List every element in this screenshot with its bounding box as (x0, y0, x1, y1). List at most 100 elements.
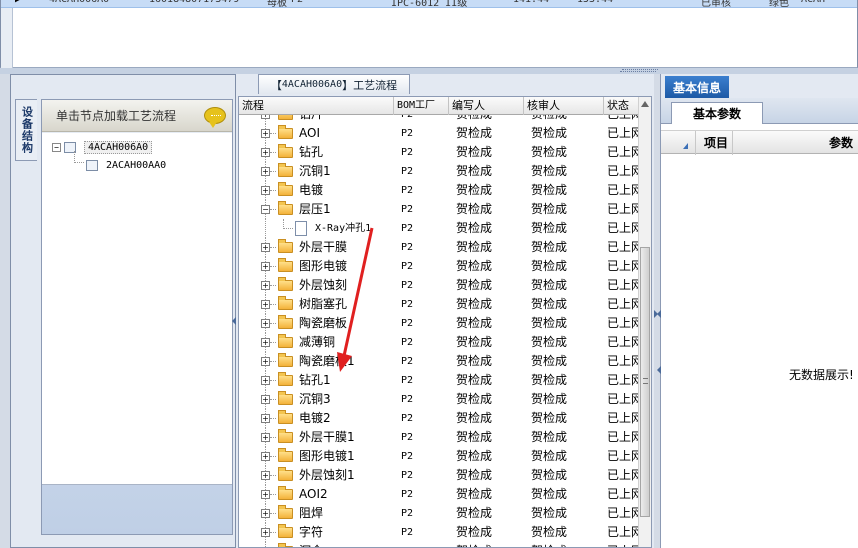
collapse-left-icon[interactable] (232, 317, 236, 325)
column-header-reviewer[interactable]: 核审人 (524, 97, 604, 115)
process-name[interactable]: 外层蚀刻1 (299, 466, 355, 485)
process-name[interactable]: 陶瓷磨板1 (299, 352, 355, 371)
table-row[interactable]: X-Ray冲孔1 P2 贺检成 贺检成 已上网 (239, 219, 639, 238)
table-row[interactable]: + 电镀2 P2 贺检成 贺检成 已上网 (239, 409, 639, 428)
scroll-thumb[interactable] (640, 247, 650, 517)
table-row[interactable]: +沉金 P2 贺检成 贺检成 已上网 (239, 542, 639, 547)
column-header-bom[interactable]: BOM工厂 (394, 97, 449, 115)
process-name[interactable]: 沉铜1 (299, 162, 331, 181)
tab-basic-info[interactable]: 基本信息 (665, 76, 729, 98)
column-header-param[interactable]: 参数 (829, 131, 853, 155)
table-row[interactable]: + 铝片 P2 贺检成 贺检成 已上网 (239, 115, 639, 124)
process-name[interactable]: 钻孔 (299, 143, 323, 162)
process-name[interactable]: 外层干膜1 (299, 428, 355, 447)
top-grid-selected-row[interactable]: ▶ 4ACAH006A0 160184807173479 母板 P2 IPC-6012 … (1, 0, 857, 8)
expand-icon[interactable]: + (261, 243, 270, 252)
process-name[interactable]: 钻孔1 (299, 371, 331, 390)
expand-icon[interactable]: + (261, 129, 270, 138)
column-header-writer[interactable]: 编写人 (449, 97, 524, 115)
table-row[interactable]: + AOI2 P2 贺检成 贺检成 已上网 (239, 485, 639, 504)
process-name[interactable]: 沉铜3 (299, 390, 331, 409)
expand-icon[interactable]: + (261, 319, 270, 328)
tree-node-child[interactable]: 2ACAH00AA0 (86, 157, 166, 173)
tree-node-label[interactable]: 2ACAH00AA0 (106, 160, 166, 171)
panel-grip[interactable] (620, 71, 656, 74)
expand-icon[interactable]: + (261, 148, 270, 157)
app-window: ▶ 4ACAH006A0 160184807173479 母板 P2 IPC-6012 … (0, 0, 858, 548)
tab-process-flow[interactable]: 【 4ACAH006A0 】工艺流程 (258, 74, 410, 94)
vertical-scrollbar[interactable] (638, 97, 651, 547)
expand-icon[interactable]: + (261, 115, 270, 119)
process-name[interactable]: 电镀 (299, 181, 323, 200)
table-row[interactable]: + 沉铜1 P2 贺检成 贺检成 已上网 (239, 162, 639, 181)
table-row[interactable]: + 钻孔 P2 贺检成 贺检成 已上网 (239, 143, 639, 162)
top-data-grid[interactable]: ▶ 4ACAH006A0 160184807173479 母板 P2 IPC-6012 … (0, 0, 858, 68)
table-row[interactable]: − 层压1 P2 贺检成 贺检成 已上网 (239, 200, 639, 219)
process-grid[interactable]: 流程 BOM工厂 编写人 核审人 状态 +铝片P2贺检成贺检成已上网+AOIP2… (238, 96, 652, 548)
expand-icon[interactable]: + (261, 433, 270, 442)
expand-icon[interactable]: + (261, 528, 270, 537)
process-name[interactable]: 树脂塞孔 (299, 295, 347, 314)
expand-icon[interactable]: + (261, 395, 270, 404)
expand-icon[interactable]: − (261, 205, 270, 214)
speech-bubble-icon[interactable] (204, 107, 226, 128)
top-grid-cell: 已审核 (701, 0, 731, 8)
process-name[interactable]: 外层蚀刻 (299, 276, 347, 295)
collapse-icon[interactable]: − (52, 142, 61, 152)
expand-icon[interactable]: + (261, 414, 270, 423)
expand-icon[interactable]: + (261, 376, 270, 385)
table-row[interactable]: + 沉铜3 P2 贺检成 贺检成 已上网 (239, 390, 639, 409)
table-row[interactable]: + 外层干膜1 P2 贺检成 贺检成 已上网 (239, 428, 639, 447)
process-name[interactable]: 图形电镀1 (299, 447, 355, 466)
collapse-left-icon[interactable] (657, 366, 661, 374)
table-row[interactable]: + 电镀 P2 贺检成 贺检成 已上网 (239, 181, 639, 200)
process-name[interactable]: 陶瓷磨板 (299, 314, 347, 333)
table-row[interactable]: + 字符 P2 贺检成 贺检成 已上网 (239, 523, 639, 542)
tree-node-root[interactable]: − 4ACAH006A0 (52, 139, 153, 155)
process-name[interactable]: 阻焊 (299, 504, 323, 523)
table-row[interactable]: + 图形电镀 P2 贺检成 贺检成 已上网 (239, 257, 639, 276)
table-row[interactable]: + 陶瓷磨板 P2 贺检成 贺检成 已上网 (239, 314, 639, 333)
expand-icon[interactable]: + (261, 186, 270, 195)
process-name[interactable]: 减薄铜 (299, 333, 335, 352)
expand-icon[interactable]: + (261, 338, 270, 347)
expand-icon[interactable]: + (261, 471, 270, 480)
process-name[interactable]: 层压1 (299, 200, 331, 219)
tree-node-label[interactable]: 4ACAH006A0 (84, 140, 153, 154)
column-header-flow[interactable]: 流程 (239, 97, 394, 115)
expand-icon[interactable]: + (261, 281, 270, 290)
expand-icon[interactable]: + (261, 262, 270, 271)
cell-reviewer: 贺检成 (531, 202, 568, 216)
table-row[interactable]: + 外层干膜 P2 贺检成 贺检成 已上网 (239, 238, 639, 257)
column-header-item[interactable]: 项目 (695, 131, 733, 155)
table-row[interactable]: + AOI P2 贺检成 贺检成 已上网 (239, 124, 639, 143)
expand-icon[interactable]: + (261, 509, 270, 518)
table-row[interactable]: + 外层蚀刻 P2 贺检成 贺检成 已上网 (239, 276, 639, 295)
expand-icon[interactable]: + (261, 300, 270, 309)
table-row[interactable]: + 外层蚀刻1 P2 贺检成 贺检成 已上网 (239, 466, 639, 485)
expand-icon[interactable]: + (261, 452, 270, 461)
table-row[interactable]: + 减薄铜 P2 贺检成 贺检成 已上网 (239, 333, 639, 352)
process-name[interactable]: 字符 (299, 523, 323, 542)
tab-basic-params[interactable]: 基本参数 (671, 102, 763, 124)
table-row[interactable]: + 陶瓷磨板1 P2 贺检成 贺检成 已上网 (239, 352, 639, 371)
process-name[interactable]: 电镀2 (299, 409, 331, 428)
process-name[interactable]: 铝片 (299, 115, 323, 124)
expand-icon[interactable]: + (261, 490, 270, 499)
scroll-up-icon[interactable] (641, 101, 649, 107)
collapse-left-icon[interactable] (657, 310, 661, 318)
expand-icon[interactable]: + (261, 167, 270, 176)
process-name[interactable]: 外层干膜 (299, 238, 347, 257)
table-row[interactable]: + 阻焊 P2 贺检成 贺检成 已上网 (239, 504, 639, 523)
expand-icon[interactable]: + (261, 357, 270, 366)
process-name[interactable]: AOI (299, 124, 320, 143)
table-row[interactable]: + 图形电镀1 P2 贺检成 贺检成 已上网 (239, 447, 639, 466)
process-name[interactable]: AOI2 (299, 485, 328, 504)
process-name[interactable]: 沉金 (299, 542, 323, 547)
table-row[interactable]: + 钻孔1 P2 贺检成 贺检成 已上网 (239, 371, 639, 390)
tree-connector (74, 151, 84, 163)
tab-device-structure[interactable]: 设备结构 (15, 99, 37, 161)
process-name[interactable]: X-Ray冲孔1 (315, 219, 371, 238)
process-name[interactable]: 图形电镀 (299, 257, 347, 276)
table-row[interactable]: + 树脂塞孔 P2 贺检成 贺检成 已上网 (239, 295, 639, 314)
